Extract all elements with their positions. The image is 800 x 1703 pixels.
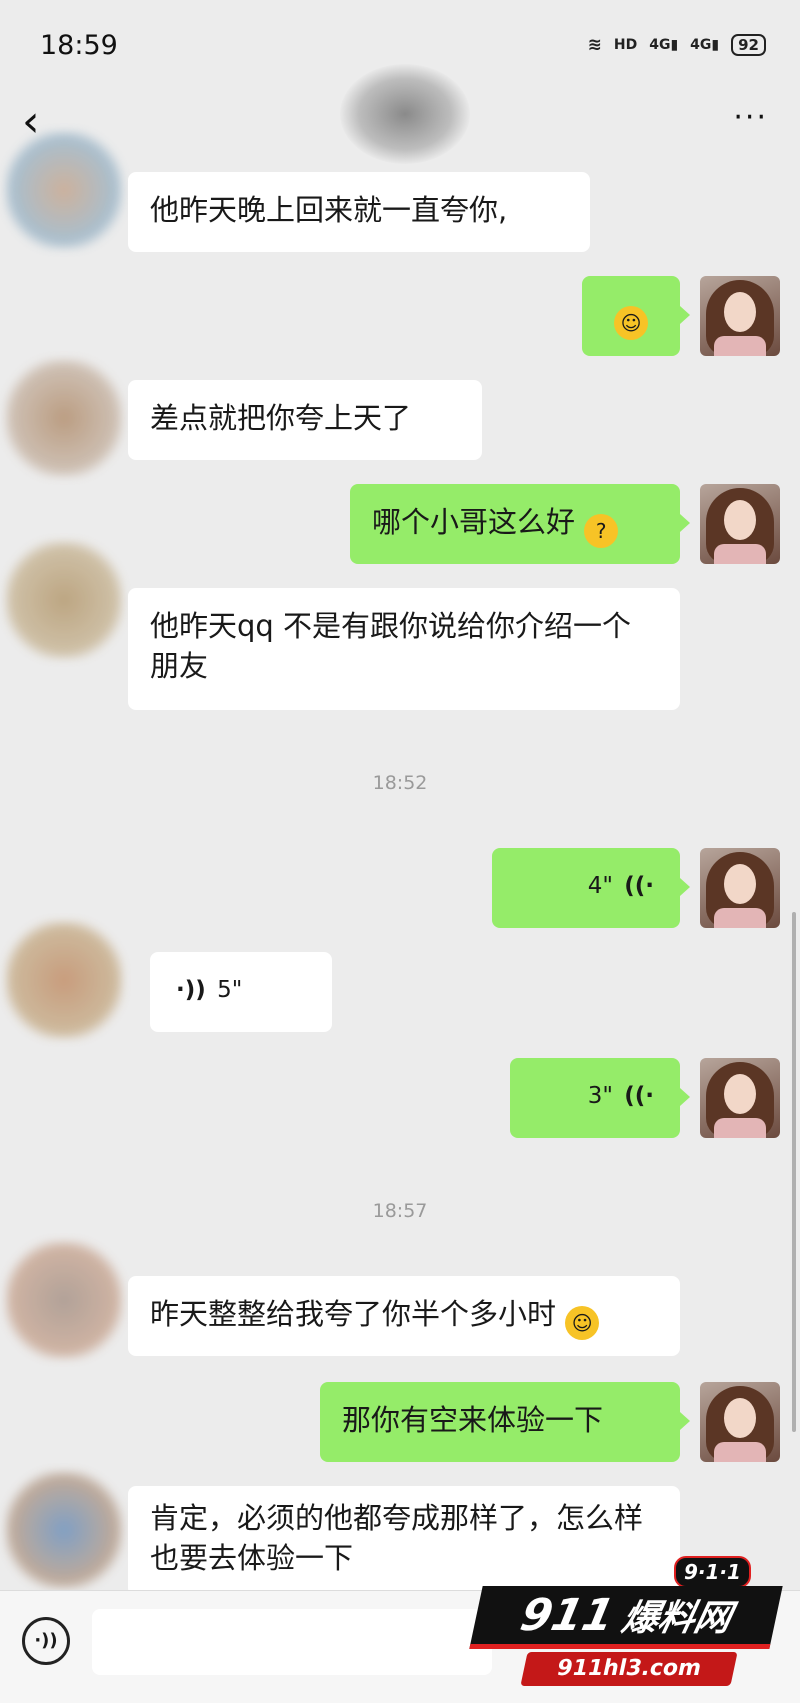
message-bubble-incoming[interactable]: 昨天整整给我夸了你半个多小时 ☺ xyxy=(128,1276,680,1356)
my-avatar[interactable] xyxy=(700,848,780,928)
my-avatar[interactable] xyxy=(700,484,780,564)
voice-duration: 5" xyxy=(217,977,243,1003)
status-icons: ≋ HD 4G▮ 4G▮ 92 xyxy=(588,34,766,56)
message-bubble-incoming[interactable]: 差点就把你夸上天了 xyxy=(128,380,482,460)
message-text: 哪个小哥这么好 xyxy=(372,505,576,539)
grin-emoji: ☺ xyxy=(565,1306,600,1340)
more-dots-icon[interactable]: ··· xyxy=(733,100,768,135)
watermark-banner: 911 爆料网 xyxy=(469,1586,783,1649)
message-text: 他昨天晚上回来就一直夸你, xyxy=(150,193,508,227)
message-bubble-incoming[interactable]: 他昨天qq 不是有跟你说给你介绍一个朋友 xyxy=(128,588,680,710)
voice-duration: 4" xyxy=(587,873,613,899)
status-time: 18:59 xyxy=(40,30,118,61)
contact-avatar[interactable] xyxy=(4,130,124,250)
my-avatar[interactable] xyxy=(700,276,780,356)
watermark-url: 911hl3.com xyxy=(520,1652,738,1686)
message-bubble-incoming[interactable]: 他昨天晚上回来就一直夸你, xyxy=(128,172,590,252)
contact-avatar[interactable] xyxy=(4,1240,124,1360)
voice-duration: 3" xyxy=(587,1083,613,1109)
voice-wave-icon: ((· xyxy=(624,1083,654,1109)
voice-message-outgoing[interactable]: 3" ((· xyxy=(510,1058,690,1138)
timestamp: 18:57 xyxy=(372,1200,428,1222)
message-text: 那你有空来体验一下 xyxy=(342,1403,604,1437)
scrollbar[interactable] xyxy=(792,912,796,1432)
grin-emoji: ☺ xyxy=(614,306,648,340)
signal-icon: 4G▮ xyxy=(649,37,679,53)
my-avatar[interactable] xyxy=(700,1382,780,1462)
message-bubble-outgoing[interactable]: 那你有空来体验一下 xyxy=(320,1382,690,1462)
watermark-logo: 9·1·1 911 爆料网 911hl3.com xyxy=(469,1556,796,1696)
watermark-badge: 9·1·1 xyxy=(674,1556,751,1588)
contact-avatar[interactable] xyxy=(4,358,124,478)
my-avatar[interactable] xyxy=(700,1058,780,1138)
voice-message-incoming[interactable]: ·)) 5" xyxy=(150,952,332,1032)
watermark-number: 911 xyxy=(516,1589,619,1641)
watermark-name: 爆料网 xyxy=(618,1598,736,1639)
contact-avatar[interactable] xyxy=(4,1470,124,1590)
message-bubble-outgoing[interactable]: ☺ xyxy=(582,276,690,356)
signal-icon: 4G▮ xyxy=(690,37,720,53)
timestamp: 18:52 xyxy=(372,772,428,794)
voice-wave-icon: ·)) xyxy=(176,977,206,1003)
contact-avatar[interactable] xyxy=(4,540,124,660)
message-text: 他昨天qq 不是有跟你说给你介绍一个朋友 xyxy=(150,609,632,683)
blurred-contact-name xyxy=(340,64,470,164)
message-text: 昨天整整给我夸了你半个多小时 xyxy=(150,1297,557,1331)
wifi-icon: ≋ xyxy=(587,35,602,55)
message-input[interactable] xyxy=(92,1609,492,1675)
voice-message-outgoing[interactable]: 4" ((· xyxy=(492,848,690,928)
voice-toggle-icon[interactable]: ·)) xyxy=(22,1617,70,1665)
hd-icon: HD xyxy=(613,37,638,53)
message-text: 差点就把你夸上天了 xyxy=(150,401,412,435)
message-bubble-outgoing[interactable]: 哪个小哥这么好 ? xyxy=(350,484,690,564)
battery-icon: 92 xyxy=(731,34,766,56)
contact-avatar[interactable] xyxy=(4,920,124,1040)
thinking-emoji: ? xyxy=(584,514,619,548)
voice-wave-icon: ((· xyxy=(624,873,654,899)
